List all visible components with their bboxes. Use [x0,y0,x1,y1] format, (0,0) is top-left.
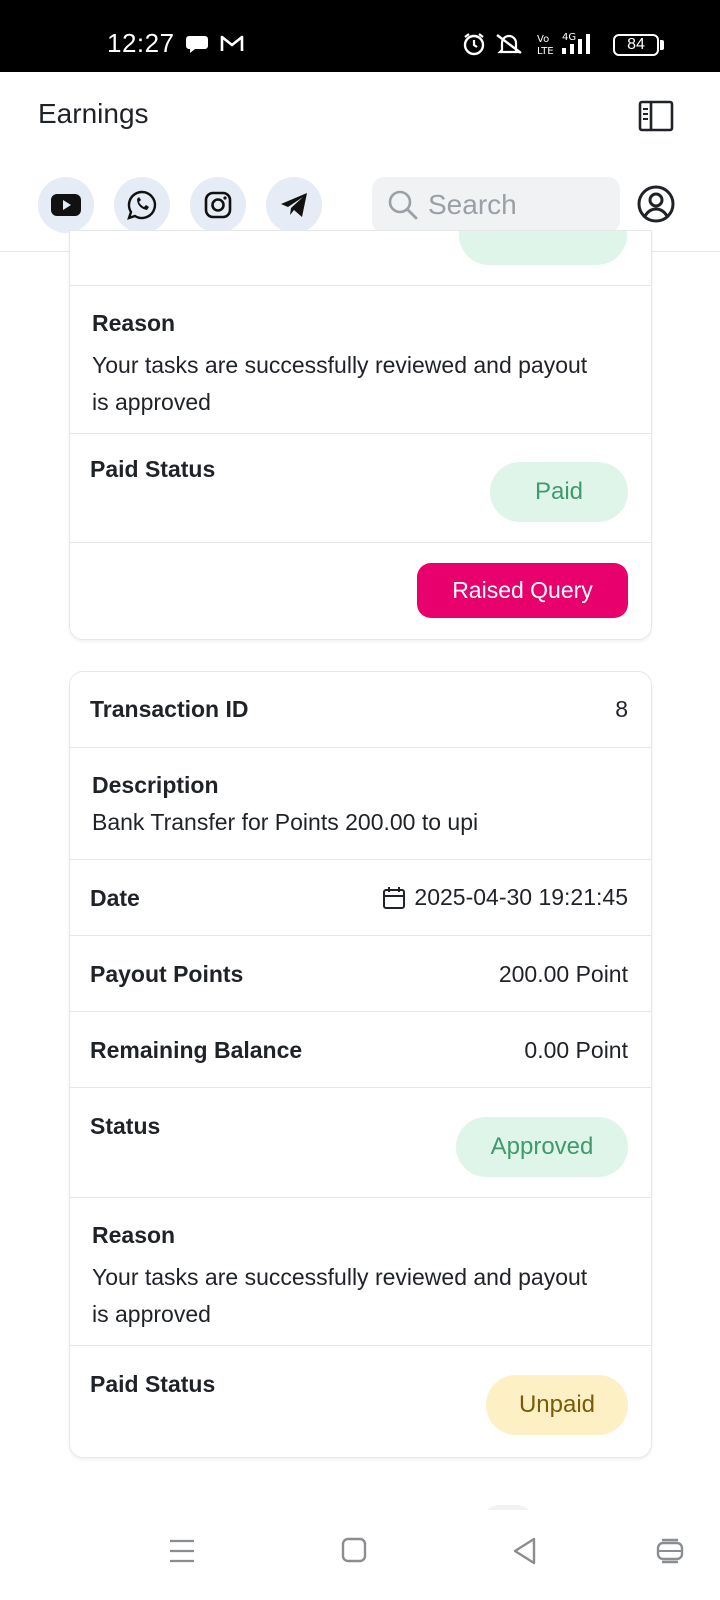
payout-points-label: Payout Points [90,961,244,987]
description-row: Description Bank Transfer for Points 200… [70,747,651,859]
status-row-partial [70,231,651,285]
assistant-nav-icon[interactable] [656,1535,684,1565]
back-nav-icon[interactable] [512,1537,538,1565]
volte-icon: Vo LTE [537,34,554,56]
svg-text:Vo: Vo [537,34,549,45]
reason-text: Your tasks are successfully reviewed and… [92,1264,588,1327]
paid-status-row: Paid Status Paid [70,433,651,542]
youtube-button[interactable] [38,177,94,233]
transaction-card: Transaction ID 8 Description Bank Transf… [69,671,652,1458]
menu-nav-icon[interactable] [168,1538,196,1564]
search-icon [388,190,418,220]
telegram-icon [281,193,307,217]
instagram-icon [204,191,232,219]
remaining-balance-row: Remaining Balance 0.00 Point [70,1011,651,1087]
transaction-id-label: Transaction ID [90,696,249,722]
description-text: Bank Transfer for Points 200.00 to upi [92,809,479,835]
system-nav-bar [0,1510,720,1600]
status-time: 12:27 [107,28,175,58]
description-label: Description [92,772,219,798]
svg-text:LTE: LTE [537,46,554,56]
whatsapp-icon [127,190,157,220]
status-row: Status Approved [70,1087,651,1197]
chat-bubble-icon [186,36,208,53]
reason-row: Reason Your tasks are successfully revie… [70,1197,651,1345]
transaction-id-value: 8 [615,696,628,722]
status-label: Status [90,1113,161,1139]
paid-status-label: Paid Status [90,456,216,482]
search-input[interactable]: Search [372,177,620,233]
payout-points-value: 200.00 Point [498,961,628,987]
mute-icon [496,34,522,54]
reason-row: Reason Your tasks are successfully revie… [70,285,651,433]
paid-status-badge: Paid [490,462,628,522]
alarm-icon [463,33,485,56]
date-row: Date 2025-04-30 19:21:45 [70,859,651,935]
reason-label: Reason [92,1222,176,1248]
youtube-icon [51,194,81,216]
page-title: Earnings [38,98,149,129]
date-value-group: 2025-04-30 19:21:45 [382,884,628,911]
calendar-icon [383,886,406,909]
remaining-balance-label: Remaining Balance [90,1037,303,1063]
paid-status-row: Paid Status Unpaid [70,1345,651,1457]
sidebar-toggle-icon[interactable] [638,100,674,132]
transaction-id-row: Transaction ID 8 [70,672,651,747]
signal-4g-icon: 4G [562,32,590,54]
svg-text:4G: 4G [562,32,576,43]
telegram-button[interactable] [266,177,322,233]
search-placeholder: Search [428,189,517,220]
gmail-icon [220,35,244,51]
query-row: Raised Query [70,542,651,639]
app-header: Earnings Search [0,72,720,252]
instagram-button[interactable] [190,177,246,233]
paid-status-label: Paid Status [90,1371,216,1397]
reason-text: Your tasks are successfully reviewed and… [92,352,588,415]
status-badge: Approved [456,1117,628,1177]
status-bar: 12:27 Vo LTE 4G 84 [0,0,720,72]
raised-query-button[interactable]: Raised Query [417,563,628,618]
battery-indicator: 84 [613,34,659,56]
profile-icon[interactable] [637,185,675,223]
status-badge-partial [459,231,627,265]
home-nav-icon[interactable] [341,1537,367,1563]
date-value: 2025-04-30 19:21:45 [414,884,628,910]
battery-tip [660,40,664,50]
paid-status-badge: Unpaid [486,1375,628,1435]
whatsapp-button[interactable] [114,177,170,233]
date-label: Date [90,885,140,911]
remaining-balance-value: 0.00 Point [524,1037,628,1063]
transaction-card-previous: Reason Your tasks are successfully revie… [69,230,652,640]
reason-label: Reason [92,310,176,336]
payout-points-row: Payout Points 200.00 Point [70,935,651,1011]
